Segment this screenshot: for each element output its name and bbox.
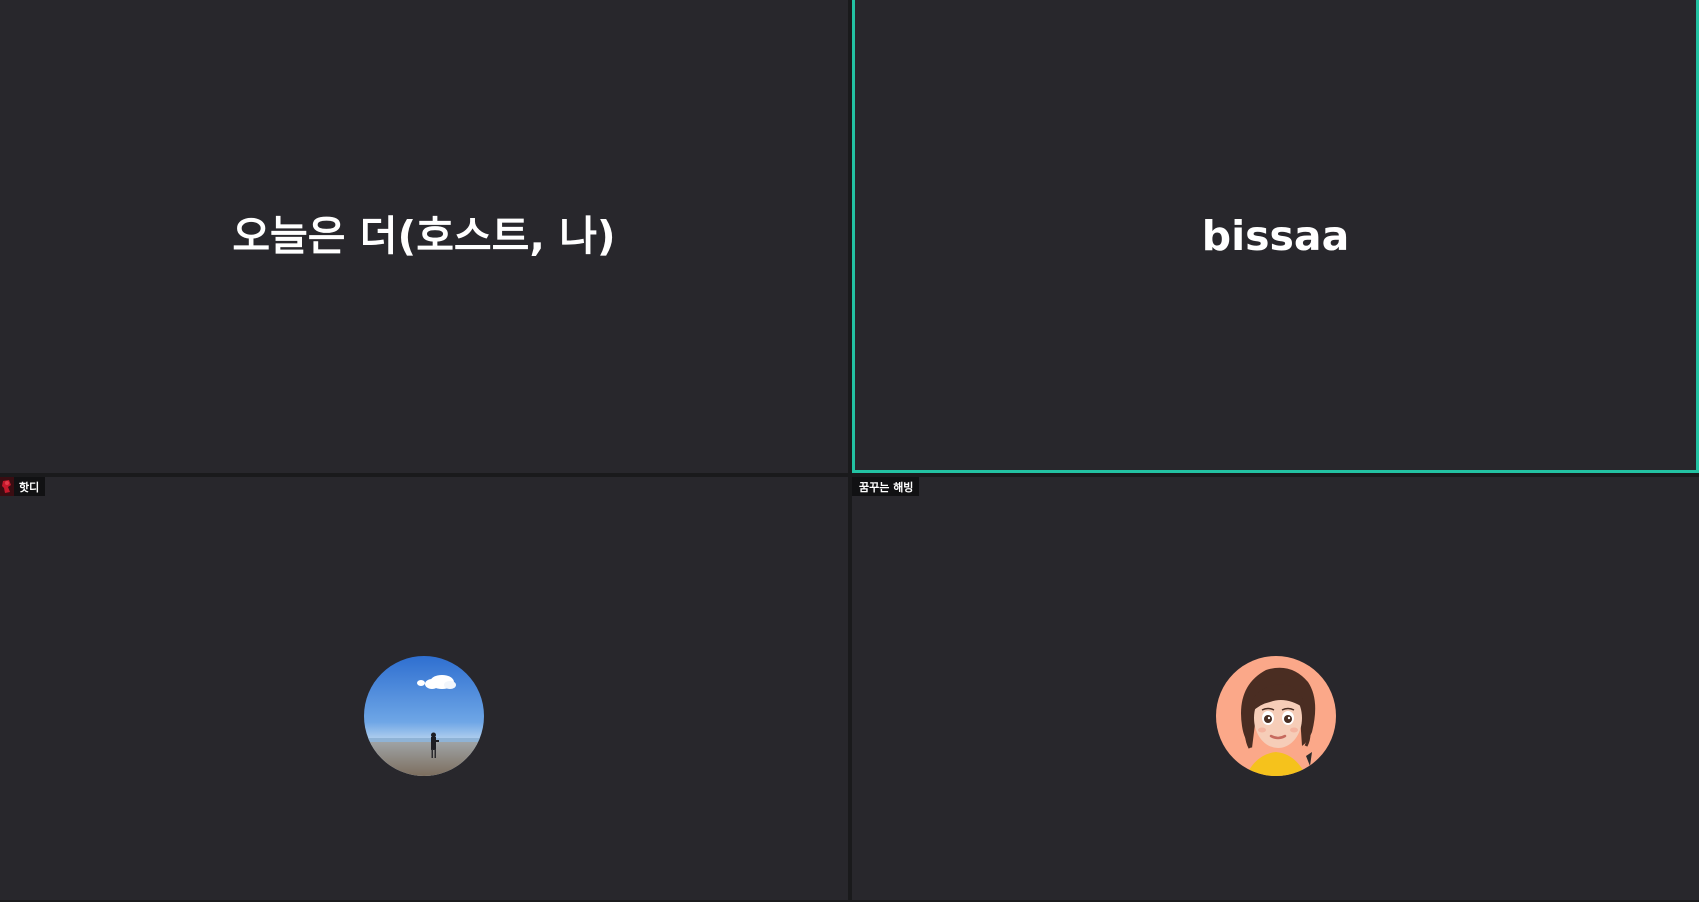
red-thumbnail-icon [0, 477, 14, 496]
participant-name-tag: 꿈꾸는 해빙 [852, 477, 920, 496]
cartoon-girl-avatar [1215, 656, 1336, 776]
video-gallery: 오늘은 더(호스트, 나) bissaa 핫디 꿈꾸는 해빙 [0, 0, 1699, 900]
participant-name-tag: 핫디 [0, 477, 46, 496]
participant-display-name: 오늘은 더(호스트, 나) [232, 212, 616, 260]
beach-photo-avatar [364, 656, 484, 776]
participant-tile[interactable]: 꿈꾸는 해빙 [852, 477, 1699, 900]
participant-tile[interactable]: 핫디 [0, 477, 848, 900]
participant-name-label: 핫디 [19, 480, 40, 494]
participant-tile-active-speaker[interactable]: bissaa [852, 0, 1699, 473]
participant-display-name: bissaa [1201, 212, 1350, 260]
participant-name-label: 꿈꾸는 해빙 [859, 480, 914, 494]
participant-tile-host[interactable]: 오늘은 더(호스트, 나) [0, 0, 848, 473]
